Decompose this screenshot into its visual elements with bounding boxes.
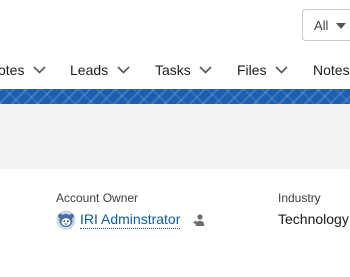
industry-value: Technology (278, 211, 349, 227)
nav-item-notes[interactable]: Notes (302, 50, 350, 90)
account-owner-label: Account Owner (56, 191, 139, 205)
nav-item-tasks[interactable]: Tasks (142, 50, 224, 90)
change-owner-icon[interactable] (192, 213, 206, 227)
nav-item-notes-partial[interactable]: otes (0, 50, 56, 90)
nav-item-label: Leads (70, 62, 109, 78)
nav-item-files[interactable]: Files (224, 50, 302, 90)
nav-item-label: otes (0, 62, 25, 78)
brand-band (0, 89, 350, 104)
account-owner-field: Account Owner IRI Adminstrator (56, 191, 205, 230)
nav-item-label: Notes (313, 62, 350, 78)
chevron-down-icon[interactable] (117, 66, 130, 74)
nav-item-leads[interactable]: Leads (56, 50, 142, 90)
nav-item-label: Tasks (155, 62, 191, 78)
account-owner-link[interactable]: IRI Adminstrator (80, 211, 181, 229)
highlights-panel (0, 104, 350, 169)
chevron-down-icon[interactable] (199, 66, 212, 74)
chevron-down-icon (336, 23, 346, 29)
industry-label: Industry (278, 191, 321, 205)
search-scope-value: All (314, 18, 329, 33)
nav-item-label: Files (237, 62, 267, 78)
chevron-down-icon[interactable] (33, 66, 46, 74)
industry-field: Industry Technology (278, 191, 349, 227)
account-owner-row: IRI Adminstrator (56, 210, 226, 230)
user-avatar-icon[interactable] (56, 210, 76, 230)
global-header: All (0, 0, 350, 50)
navigation-bar: otes Leads Tasks Files Notes (0, 50, 350, 90)
search-scope-dropdown[interactable]: All (302, 9, 350, 41)
chevron-down-icon[interactable] (275, 66, 288, 74)
